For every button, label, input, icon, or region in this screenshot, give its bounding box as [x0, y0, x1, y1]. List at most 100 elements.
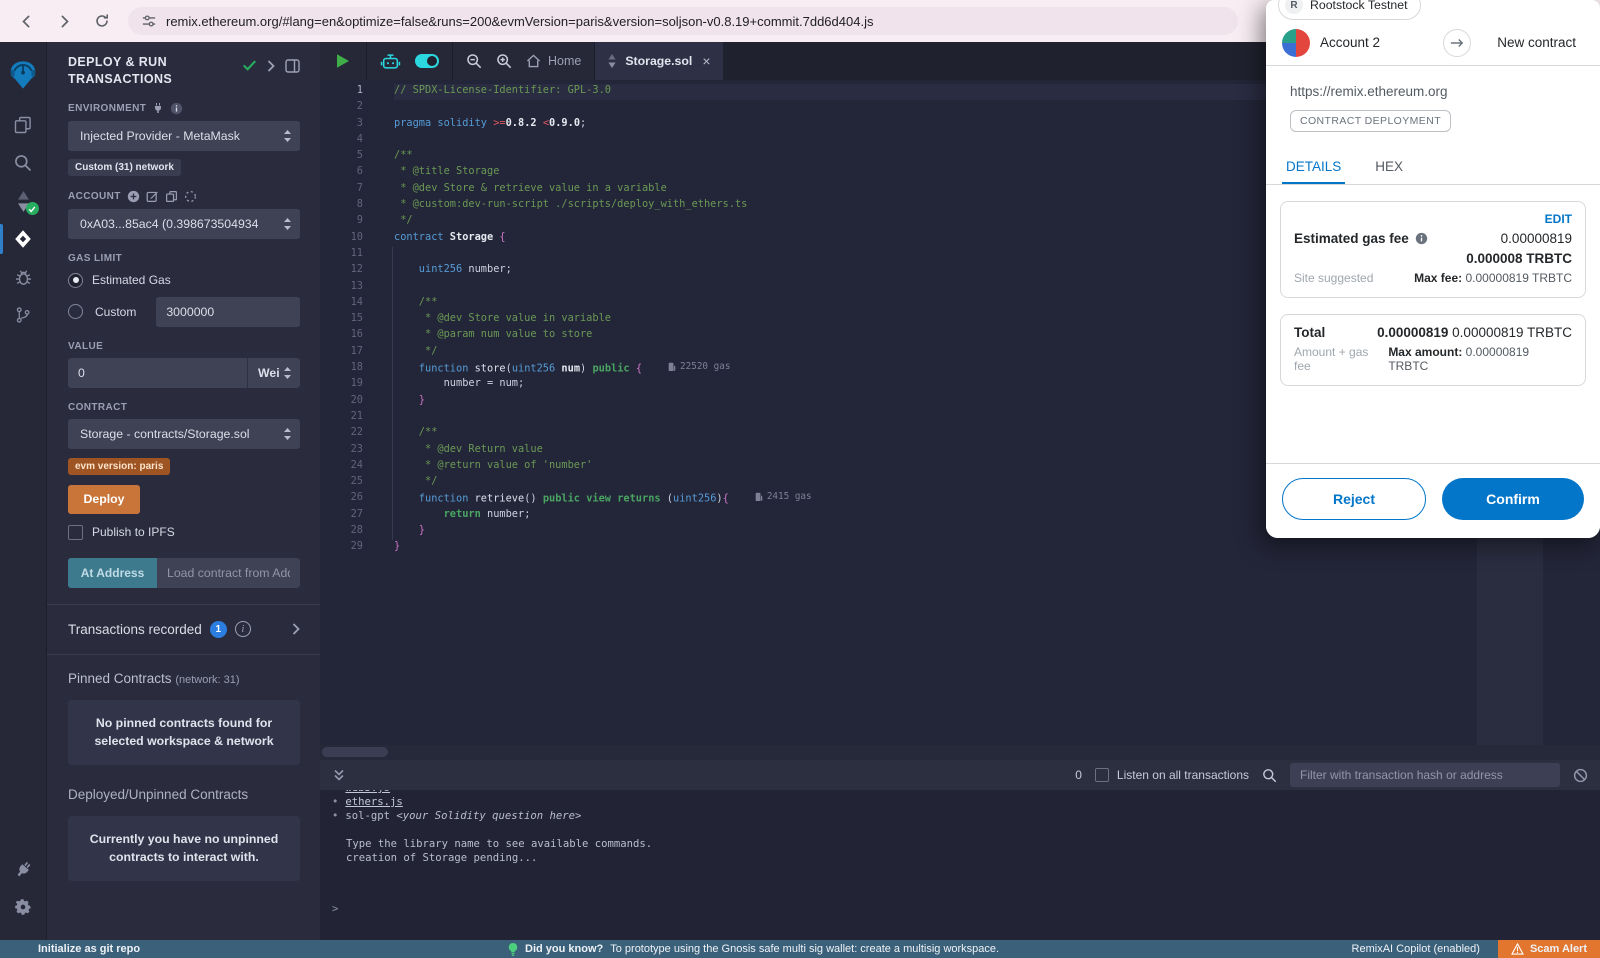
- line-number[interactable]: 7: [320, 182, 376, 198]
- reload-icon[interactable]: [90, 9, 114, 33]
- debugger-icon[interactable]: [0, 258, 47, 296]
- forward-icon[interactable]: [52, 9, 76, 33]
- back-icon[interactable]: [14, 9, 38, 33]
- line-number[interactable]: 15: [320, 312, 376, 328]
- horizontal-scrollbar[interactable]: [320, 745, 1600, 760]
- listen-checkbox[interactable]: [1095, 768, 1109, 782]
- line-number[interactable]: 19: [320, 377, 376, 393]
- deploy-button[interactable]: Deploy: [68, 485, 140, 514]
- terminal-prompt[interactable]: >: [332, 902, 1600, 916]
- line-number[interactable]: 10: [320, 231, 376, 247]
- tab-hex[interactable]: HEX: [1371, 150, 1407, 184]
- deploy-run-icon[interactable]: [0, 220, 47, 258]
- line-number[interactable]: 28: [320, 524, 376, 540]
- line-number[interactable]: 25: [320, 475, 376, 491]
- clear-console-icon[interactable]: [1573, 768, 1588, 783]
- ai-copilot-toggle[interactable]: [415, 54, 439, 68]
- line-number[interactable]: 1: [320, 84, 376, 100]
- plugin-manager-icon[interactable]: [0, 850, 47, 888]
- code-line[interactable]: }: [394, 540, 1600, 556]
- search-icon[interactable]: [0, 144, 47, 182]
- edit-gas-link[interactable]: EDIT: [1294, 212, 1572, 226]
- line-number[interactable]: 21: [320, 410, 376, 426]
- copy-account-icon[interactable]: [165, 190, 178, 203]
- zoom-in-icon[interactable]: [496, 53, 512, 69]
- remix-logo-icon[interactable]: [0, 52, 47, 98]
- at-address-button[interactable]: At Address: [68, 558, 157, 588]
- sign-message-icon[interactable]: [146, 190, 159, 203]
- zoom-out-icon[interactable]: [466, 53, 482, 69]
- tab-storage-sol[interactable]: Storage.sol ×: [595, 42, 722, 80]
- custom-gas-radio[interactable]: [68, 304, 83, 319]
- line-number[interactable]: 26: [320, 491, 376, 507]
- settings-icon[interactable]: [0, 888, 47, 926]
- line-number[interactable]: 4: [320, 133, 376, 149]
- value-input[interactable]: [68, 358, 247, 388]
- scrollbar-thumb[interactable]: [322, 747, 388, 757]
- contract-select[interactable]: Storage - contracts/Storage.sol: [68, 419, 300, 449]
- terminal-search-icon[interactable]: [1262, 768, 1277, 783]
- terminal-list-item[interactable]: •ethers.js: [332, 795, 1600, 809]
- chevron-right-icon[interactable]: [267, 60, 275, 72]
- environment-select[interactable]: Injected Provider - MetaMask: [68, 121, 300, 151]
- reject-button[interactable]: Reject: [1282, 478, 1426, 520]
- line-number[interactable]: 18: [320, 361, 376, 377]
- line-number[interactable]: 2: [320, 100, 376, 116]
- terminal-filter-input[interactable]: [1290, 763, 1560, 787]
- line-number[interactable]: 27: [320, 508, 376, 524]
- custom-gas-input[interactable]: [156, 297, 300, 327]
- line-number[interactable]: 13: [320, 280, 376, 296]
- git-icon[interactable]: [0, 296, 47, 334]
- publish-ipfs-checkbox[interactable]: [68, 525, 83, 540]
- line-number[interactable]: 24: [320, 459, 376, 475]
- plug-icon[interactable]: [152, 102, 164, 114]
- listen-all-transactions[interactable]: Listen on all transactions: [1095, 768, 1249, 782]
- line-number[interactable]: 20: [320, 394, 376, 410]
- file-explorer-icon[interactable]: [0, 106, 47, 144]
- network-pill[interactable]: R Rootstock Testnet: [1278, 0, 1421, 20]
- popup-tabs: DETAILS HEX: [1266, 150, 1600, 185]
- line-number[interactable]: 17: [320, 345, 376, 361]
- git-init-status[interactable]: Initialize as git repo: [38, 943, 140, 955]
- at-address-input[interactable]: [157, 558, 300, 588]
- confirm-button[interactable]: Confirm: [1442, 478, 1584, 520]
- line-number[interactable]: 12: [320, 263, 376, 279]
- transactions-info-icon[interactable]: i: [235, 621, 251, 637]
- address-bar[interactable]: remix.ethereum.org/#lang=en&optimize=fal…: [128, 7, 1238, 35]
- home-tab[interactable]: Home: [526, 54, 581, 68]
- line-number[interactable]: 6: [320, 165, 376, 181]
- line-number[interactable]: 8: [320, 198, 376, 214]
- line-number[interactable]: 16: [320, 328, 376, 344]
- info-icon[interactable]: [1415, 232, 1428, 245]
- line-number[interactable]: 22: [320, 426, 376, 442]
- add-account-icon[interactable]: [127, 190, 140, 203]
- line-number[interactable]: 23: [320, 443, 376, 459]
- ai-copilot-robot-icon[interactable]: [380, 53, 401, 70]
- solidity-compiler-icon[interactable]: [0, 182, 47, 220]
- indent-guide: [392, 247, 393, 540]
- publish-ipfs-option[interactable]: Publish to IPFS: [68, 525, 300, 540]
- terminal-output[interactable]: •web3.js •ethers.js •sol-gpt <your Solid…: [320, 790, 1600, 940]
- info-icon[interactable]: [170, 102, 183, 115]
- tab-details[interactable]: DETAILS: [1282, 150, 1345, 184]
- account-select[interactable]: 0xA03...85ac4 (0.398673504934: [68, 209, 300, 239]
- custom-gas-option[interactable]: Custom: [68, 297, 300, 327]
- line-number[interactable]: 9: [320, 214, 376, 230]
- line-number[interactable]: 14: [320, 296, 376, 312]
- estimated-gas-option[interactable]: Estimated Gas: [68, 273, 300, 288]
- pin-panel-icon[interactable]: [285, 59, 300, 73]
- collapse-terminal-icon[interactable]: [332, 768, 346, 782]
- scam-alert-button[interactable]: Scam Alert: [1498, 940, 1600, 958]
- line-number[interactable]: 11: [320, 247, 376, 263]
- close-tab-icon[interactable]: ×: [702, 53, 710, 69]
- line-number[interactable]: 29: [320, 540, 376, 556]
- transactions-expand-icon[interactable]: [292, 623, 300, 635]
- estimated-gas-radio[interactable]: [68, 273, 83, 288]
- run-script-icon[interactable]: [336, 53, 350, 69]
- transactions-recorded[interactable]: Transactions recorded 1 i: [68, 605, 300, 654]
- line-number[interactable]: 5: [320, 149, 376, 165]
- home-icon: [526, 54, 541, 68]
- copilot-status[interactable]: RemixAI Copilot (enabled): [1352, 943, 1480, 955]
- line-number[interactable]: 3: [320, 117, 376, 133]
- value-unit-select[interactable]: Wei: [247, 358, 300, 388]
